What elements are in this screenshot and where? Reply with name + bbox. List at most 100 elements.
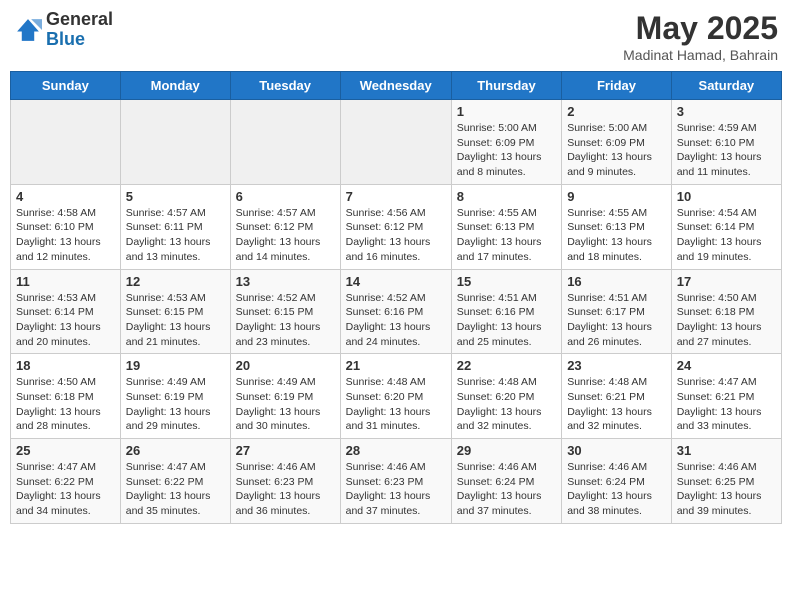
day-number: 8 xyxy=(457,189,556,204)
day-number: 9 xyxy=(567,189,666,204)
calendar-cell: 25 Sunrise: 4:47 AM Sunset: 6:22 PM Dayli… xyxy=(11,439,121,524)
day-number: 7 xyxy=(346,189,446,204)
day-number: 5 xyxy=(126,189,225,204)
day-number: 25 xyxy=(16,443,115,458)
calendar-cell: 13 Sunrise: 4:52 AM Sunset: 6:15 PM Dayli… xyxy=(230,269,340,354)
calendar-cell: 18Sunrise: 4:50 AM Sunset: 6:18 PM Dayli… xyxy=(11,354,121,439)
day-detail: Sunrise: 4:49 AM Sunset: 6:19 PM Dayligh… xyxy=(126,375,225,434)
day-detail: Sunrise: 4:55 AM Sunset: 6:13 PM Dayligh… xyxy=(457,206,556,265)
calendar-cell: 29 Sunrise: 4:46 AM Sunset: 6:24 PM Dayli… xyxy=(451,439,561,524)
calendar-cell: 23 Sunrise: 4:48 AM Sunset: 6:21 PM Dayli… xyxy=(562,354,672,439)
calendar-cell: 16 Sunrise: 4:51 AM Sunset: 6:17 PM Dayli… xyxy=(562,269,672,354)
title-block: May 2025 Madinat Hamad, Bahrain xyxy=(623,10,778,63)
day-detail: Sunrise: 4:49 AM Sunset: 6:19 PM Dayligh… xyxy=(236,375,335,434)
calendar-week-row: 11Sunrise: 4:53 AM Sunset: 6:14 PM Dayli… xyxy=(11,269,782,354)
page-header: General Blue May 2025 Madinat Hamad, Bah… xyxy=(10,10,782,63)
day-number: 22 xyxy=(457,358,556,373)
day-detail: Sunrise: 5:00 AM Sunset: 6:09 PM Dayligh… xyxy=(457,121,556,180)
weekday-header: Wednesday xyxy=(340,72,451,100)
day-number: 14 xyxy=(346,274,446,289)
day-number: 16 xyxy=(567,274,666,289)
calendar-cell: 7 Sunrise: 4:56 AM Sunset: 6:12 PM Daylig… xyxy=(340,184,451,269)
day-number: 17 xyxy=(677,274,776,289)
day-detail: Sunrise: 4:52 AM Sunset: 6:16 PM Dayligh… xyxy=(346,291,446,350)
calendar-cell: 27 Sunrise: 4:46 AM Sunset: 6:23 PM Dayli… xyxy=(230,439,340,524)
day-number: 30 xyxy=(567,443,666,458)
day-detail: Sunrise: 4:52 AM Sunset: 6:15 PM Dayligh… xyxy=(236,291,335,350)
logo: General Blue xyxy=(14,10,113,50)
day-detail: Sunrise: 4:47 AM Sunset: 6:22 PM Dayligh… xyxy=(126,460,225,519)
day-number: 31 xyxy=(677,443,776,458)
day-detail: Sunrise: 4:57 AM Sunset: 6:11 PM Dayligh… xyxy=(126,206,225,265)
logo-blue-text: Blue xyxy=(46,29,85,49)
day-number: 26 xyxy=(126,443,225,458)
calendar-cell: 14 Sunrise: 4:52 AM Sunset: 6:16 PM Dayli… xyxy=(340,269,451,354)
day-number: 15 xyxy=(457,274,556,289)
day-detail: Sunrise: 4:53 AM Sunset: 6:15 PM Dayligh… xyxy=(126,291,225,350)
calendar-cell: 9 Sunrise: 4:55 AM Sunset: 6:13 PM Daylig… xyxy=(562,184,672,269)
day-detail: Sunrise: 4:47 AM Sunset: 6:22 PM Dayligh… xyxy=(16,460,115,519)
day-number: 12 xyxy=(126,274,225,289)
day-detail: Sunrise: 4:46 AM Sunset: 6:23 PM Dayligh… xyxy=(236,460,335,519)
calendar-cell xyxy=(230,100,340,185)
day-number: 21 xyxy=(346,358,446,373)
day-detail: Sunrise: 4:46 AM Sunset: 6:24 PM Dayligh… xyxy=(567,460,666,519)
calendar-week-row: 1 Sunrise: 5:00 AM Sunset: 6:09 PM Daylig… xyxy=(11,100,782,185)
day-detail: Sunrise: 4:47 AM Sunset: 6:21 PM Dayligh… xyxy=(677,375,776,434)
calendar-cell: 26 Sunrise: 4:47 AM Sunset: 6:22 PM Dayli… xyxy=(120,439,230,524)
day-detail: Sunrise: 4:46 AM Sunset: 6:24 PM Dayligh… xyxy=(457,460,556,519)
day-detail: Sunrise: 4:56 AM Sunset: 6:12 PM Dayligh… xyxy=(346,206,446,265)
calendar-cell: 4 Sunrise: 4:58 AM Sunset: 6:10 PM Daylig… xyxy=(11,184,121,269)
day-number: 6 xyxy=(236,189,335,204)
day-detail: Sunrise: 4:54 AM Sunset: 6:14 PM Dayligh… xyxy=(677,206,776,265)
calendar-cell: 5 Sunrise: 4:57 AM Sunset: 6:11 PM Daylig… xyxy=(120,184,230,269)
calendar-cell: 10 Sunrise: 4:54 AM Sunset: 6:14 PM Dayli… xyxy=(671,184,781,269)
day-number: 10 xyxy=(677,189,776,204)
weekday-header: Sunday xyxy=(11,72,121,100)
logo-text: General Blue xyxy=(46,10,113,50)
day-detail: Sunrise: 4:48 AM Sunset: 6:20 PM Dayligh… xyxy=(346,375,446,434)
day-detail: Sunrise: 4:46 AM Sunset: 6:23 PM Dayligh… xyxy=(346,460,446,519)
weekday-header-row: SundayMondayTuesdayWednesdayThursdayFrid… xyxy=(11,72,782,100)
day-detail: Sunrise: 4:46 AM Sunset: 6:25 PM Dayligh… xyxy=(677,460,776,519)
calendar-title: May 2025 xyxy=(623,10,778,47)
calendar-cell: 15Sunrise: 4:51 AM Sunset: 6:16 PM Dayli… xyxy=(451,269,561,354)
calendar-cell: 3 Sunrise: 4:59 AM Sunset: 6:10 PM Daylig… xyxy=(671,100,781,185)
calendar-cell: 6 Sunrise: 4:57 AM Sunset: 6:12 PM Daylig… xyxy=(230,184,340,269)
day-detail: Sunrise: 4:48 AM Sunset: 6:20 PM Dayligh… xyxy=(457,375,556,434)
calendar-cell: 24Sunrise: 4:47 AM Sunset: 6:21 PM Dayli… xyxy=(671,354,781,439)
weekday-header: Thursday xyxy=(451,72,561,100)
calendar-cell xyxy=(120,100,230,185)
calendar-week-row: 4 Sunrise: 4:58 AM Sunset: 6:10 PM Daylig… xyxy=(11,184,782,269)
day-number: 1 xyxy=(457,104,556,119)
calendar-cell: 30 Sunrise: 4:46 AM Sunset: 6:24 PM Dayli… xyxy=(562,439,672,524)
calendar-cell: 8 Sunrise: 4:55 AM Sunset: 6:13 PM Daylig… xyxy=(451,184,561,269)
calendar-cell: 2Sunrise: 5:00 AM Sunset: 6:09 PM Daylig… xyxy=(562,100,672,185)
day-detail: Sunrise: 4:55 AM Sunset: 6:13 PM Dayligh… xyxy=(567,206,666,265)
calendar-week-row: 18Sunrise: 4:50 AM Sunset: 6:18 PM Dayli… xyxy=(11,354,782,439)
day-detail: Sunrise: 4:59 AM Sunset: 6:10 PM Dayligh… xyxy=(677,121,776,180)
day-number: 13 xyxy=(236,274,335,289)
calendar-cell: 21 Sunrise: 4:48 AM Sunset: 6:20 PM Dayli… xyxy=(340,354,451,439)
weekday-header: Saturday xyxy=(671,72,781,100)
day-detail: Sunrise: 4:50 AM Sunset: 6:18 PM Dayligh… xyxy=(16,375,115,434)
day-number: 23 xyxy=(567,358,666,373)
day-detail: Sunrise: 4:53 AM Sunset: 6:14 PM Dayligh… xyxy=(16,291,115,350)
calendar-location: Madinat Hamad, Bahrain xyxy=(623,47,778,63)
day-number: 27 xyxy=(236,443,335,458)
day-detail: Sunrise: 4:57 AM Sunset: 6:12 PM Dayligh… xyxy=(236,206,335,265)
day-number: 3 xyxy=(677,104,776,119)
calendar-cell: 31 Sunrise: 4:46 AM Sunset: 6:25 PM Dayli… xyxy=(671,439,781,524)
day-number: 4 xyxy=(16,189,115,204)
logo-general-text: General xyxy=(46,9,113,29)
day-number: 28 xyxy=(346,443,446,458)
logo-icon xyxy=(14,16,42,44)
calendar-cell: 11Sunrise: 4:53 AM Sunset: 6:14 PM Dayli… xyxy=(11,269,121,354)
day-detail: Sunrise: 4:48 AM Sunset: 6:21 PM Dayligh… xyxy=(567,375,666,434)
day-detail: Sunrise: 4:51 AM Sunset: 6:17 PM Dayligh… xyxy=(567,291,666,350)
day-number: 20 xyxy=(236,358,335,373)
day-detail: Sunrise: 4:58 AM Sunset: 6:10 PM Dayligh… xyxy=(16,206,115,265)
day-number: 29 xyxy=(457,443,556,458)
calendar-cell: 12 Sunrise: 4:53 AM Sunset: 6:15 PM Dayli… xyxy=(120,269,230,354)
calendar-cell: 1 Sunrise: 5:00 AM Sunset: 6:09 PM Daylig… xyxy=(451,100,561,185)
